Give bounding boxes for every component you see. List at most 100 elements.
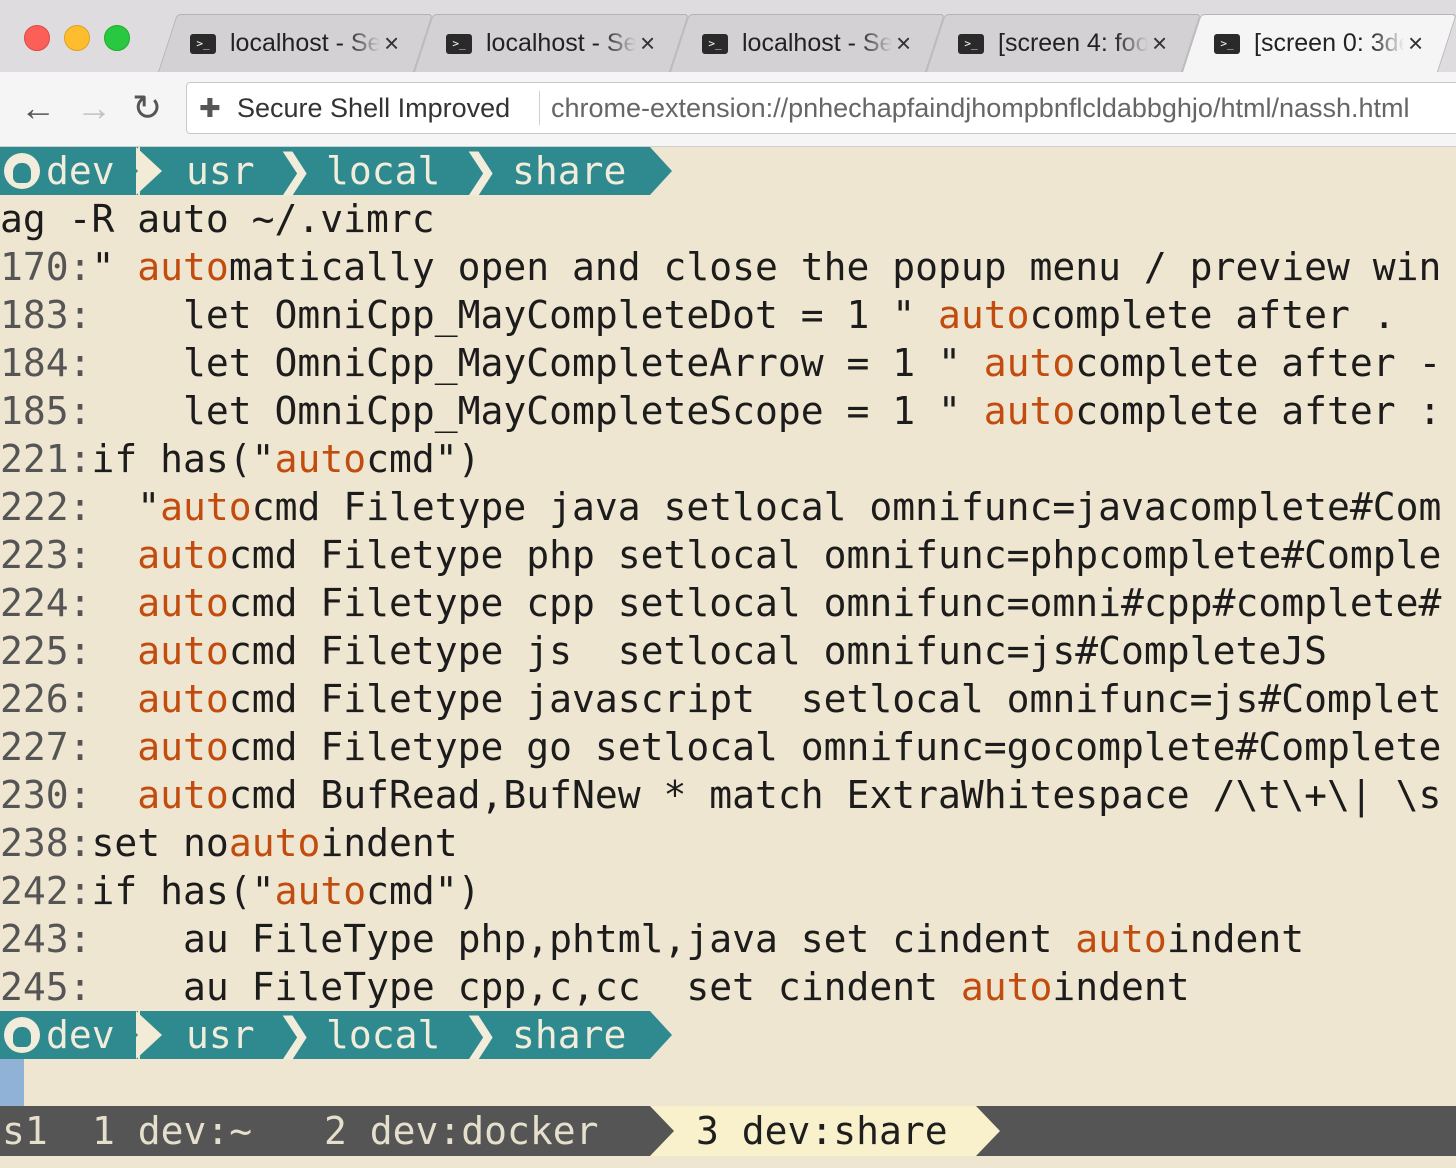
line-colon: :: [68, 437, 92, 481]
result-line: 223: autocmd Filetype php setlocal omnif…: [0, 531, 1441, 579]
line-number: 238: [0, 821, 69, 865]
line-number: 242: [0, 869, 69, 913]
tab-close-icon[interactable]: ×: [1408, 26, 1423, 60]
command-line: ag -R auto ~/.vimrc: [0, 197, 435, 241]
match-prefix: au FileType php,phtml,java set cindent: [91, 917, 1076, 961]
match-suffix: cmd Filetype js setlocal omnifunc=js#Com…: [228, 629, 1327, 673]
line-colon: :: [68, 629, 92, 673]
line-colon: :: [68, 485, 92, 529]
match-suffix: cmd Filetype cpp setlocal omnifunc=omni#…: [228, 581, 1442, 625]
tab-close-icon[interactable]: ×: [1152, 26, 1167, 60]
match-suffix: cmd Filetype java setlocal omnifunc=java…: [251, 485, 1442, 529]
match-highlight: auto: [274, 869, 367, 913]
browser-toolbar: ← → ↻ ✚ Secure Shell Improved chrome-ext…: [0, 72, 1456, 147]
terminal-cursor: [0, 1059, 24, 1107]
result-line: 183: let OmniCpp_MayCompleteDot = 1 " au…: [0, 291, 1396, 339]
match-highlight: auto: [137, 581, 229, 625]
prompt-host: dev: [46, 149, 115, 193]
chevron-right-icon: ❯: [276, 1009, 313, 1060]
match-highlight: auto: [983, 341, 1076, 385]
line-number: 222: [0, 485, 69, 529]
match-highlight: auto: [960, 965, 1053, 1009]
match-suffix: indent: [320, 821, 458, 865]
result-line: 225: autocmd Filetype js setlocal omnifu…: [0, 627, 1327, 675]
result-line: 230: autocmd BufRead,BufNew * match Extr…: [0, 771, 1441, 819]
line-number: 170: [0, 245, 69, 289]
match-suffix: cmd"): [366, 437, 481, 481]
tab-title: [screen 4: foo]: [998, 29, 1148, 57]
match-prefix: [92, 725, 138, 769]
result-line: 245: au FileType cpp,c,cc set cindent au…: [0, 963, 1190, 1011]
zoom-window-button[interactable]: [104, 25, 130, 51]
browser-tab[interactable]: >_ localhost - Secure Shell ×: [158, 14, 433, 72]
chevron-right-icon: ❯: [462, 147, 499, 196]
tab-title: localhost - Secure Shell: [230, 29, 380, 57]
browser-tab[interactable]: >_ localhost - Secure Shell ×: [414, 14, 689, 72]
match-prefix: set no: [91, 821, 229, 865]
line-number: 223: [0, 533, 69, 577]
result-line: 170:" automatically open and close the p…: [0, 243, 1441, 291]
match-prefix: let OmniCpp_MayCompleteDot = 1 ": [91, 293, 939, 337]
screen-window-active[interactable]: 3 dev:share: [696, 1106, 948, 1156]
terminal[interactable]: dev usr ❯ local ❯ share ag -R auto ~/.vi…: [0, 147, 1456, 1168]
minimize-window-button[interactable]: [64, 25, 90, 51]
result-line: 224: autocmd Filetype cpp setlocal omnif…: [0, 579, 1441, 627]
prompt-path-segment: local: [326, 1013, 441, 1057]
line-number: 224: [0, 581, 69, 625]
screen-window[interactable]: 2 dev:docker: [324, 1106, 599, 1156]
line-colon: :: [68, 965, 92, 1009]
reload-icon[interactable]: ↻: [132, 88, 162, 128]
line-colon: :: [68, 725, 92, 769]
match-suffix: cmd"): [366, 869, 481, 913]
result-line: 185: let OmniCpp_MayCompleteScope = 1 " …: [0, 387, 1441, 435]
divider: [539, 91, 540, 125]
address-bar[interactable]: ✚ Secure Shell Improved chrome-extension…: [186, 82, 1456, 134]
screen-window[interactable]: 1 dev:~: [92, 1106, 252, 1156]
line-colon: :: [68, 245, 92, 289]
match-suffix: cmd BufRead,BufNew * match ExtraWhitespa…: [228, 773, 1442, 817]
extension-name: Secure Shell Improved: [237, 93, 511, 123]
match-suffix: indent: [1052, 965, 1190, 1009]
match-highlight: auto: [137, 245, 229, 289]
prompt-path-segment: share: [512, 149, 627, 193]
match-highlight: auto: [160, 485, 252, 529]
match-prefix: [92, 581, 138, 625]
browser-tab[interactable]: >_ localhost - Secure Shell ×: [670, 14, 945, 72]
match-suffix: complete after :: [1075, 389, 1442, 433]
line-number: 184: [0, 341, 69, 385]
tab-close-icon[interactable]: ×: [640, 26, 655, 60]
match-highlight: auto: [137, 677, 229, 721]
line-colon: :: [68, 821, 92, 865]
match-prefix: let OmniCpp_MayCompleteArrow = 1 ": [91, 341, 984, 385]
line-colon: :: [68, 389, 92, 433]
tab-close-icon[interactable]: ×: [896, 26, 911, 60]
browser-tab-bar: >_ localhost - Secure Shell × >_ localho…: [0, 0, 1456, 73]
line-number: 230: [0, 773, 69, 817]
match-prefix: ": [91, 485, 161, 529]
result-line: 227: autocmd Filetype go setlocal omnifu…: [0, 723, 1441, 771]
match-highlight: auto: [137, 629, 229, 673]
match-suffix: cmd Filetype javascript setlocal omnifun…: [228, 677, 1442, 721]
browser-tab-active[interactable]: >_ [screen 0: 3dev] ×: [1182, 14, 1456, 72]
result-line: 226: autocmd Filetype javascript setloca…: [0, 675, 1441, 723]
match-prefix: if has(": [91, 869, 275, 913]
forward-arrow-icon[interactable]: →: [76, 88, 112, 128]
match-suffix: cmd Filetype go setlocal omnifunc=gocomp…: [228, 725, 1442, 769]
result-line: 221:if has("autocmd"): [0, 435, 480, 483]
line-colon: :: [68, 773, 92, 817]
match-prefix: [92, 677, 138, 721]
url-text[interactable]: chrome-extension://pnhechapfaindjhompbnf…: [551, 91, 1410, 125]
back-arrow-icon[interactable]: ←: [20, 88, 56, 128]
match-highlight: auto: [938, 293, 1030, 337]
puzzle-icon: ✚: [199, 93, 221, 123]
close-window-button[interactable]: [24, 25, 50, 51]
tab-title: [screen 0: 3dev]: [1254, 29, 1404, 57]
match-prefix: ": [91, 245, 138, 289]
terminal-icon: >_: [446, 34, 472, 54]
tab-title: localhost - Secure Shell: [486, 29, 636, 57]
match-highlight: auto: [274, 437, 367, 481]
match-prefix: if has(": [91, 437, 275, 481]
line-number: 225: [0, 629, 69, 673]
browser-tab[interactable]: >_ [screen 4: foo] ×: [926, 14, 1201, 72]
tab-close-icon[interactable]: ×: [384, 26, 399, 60]
